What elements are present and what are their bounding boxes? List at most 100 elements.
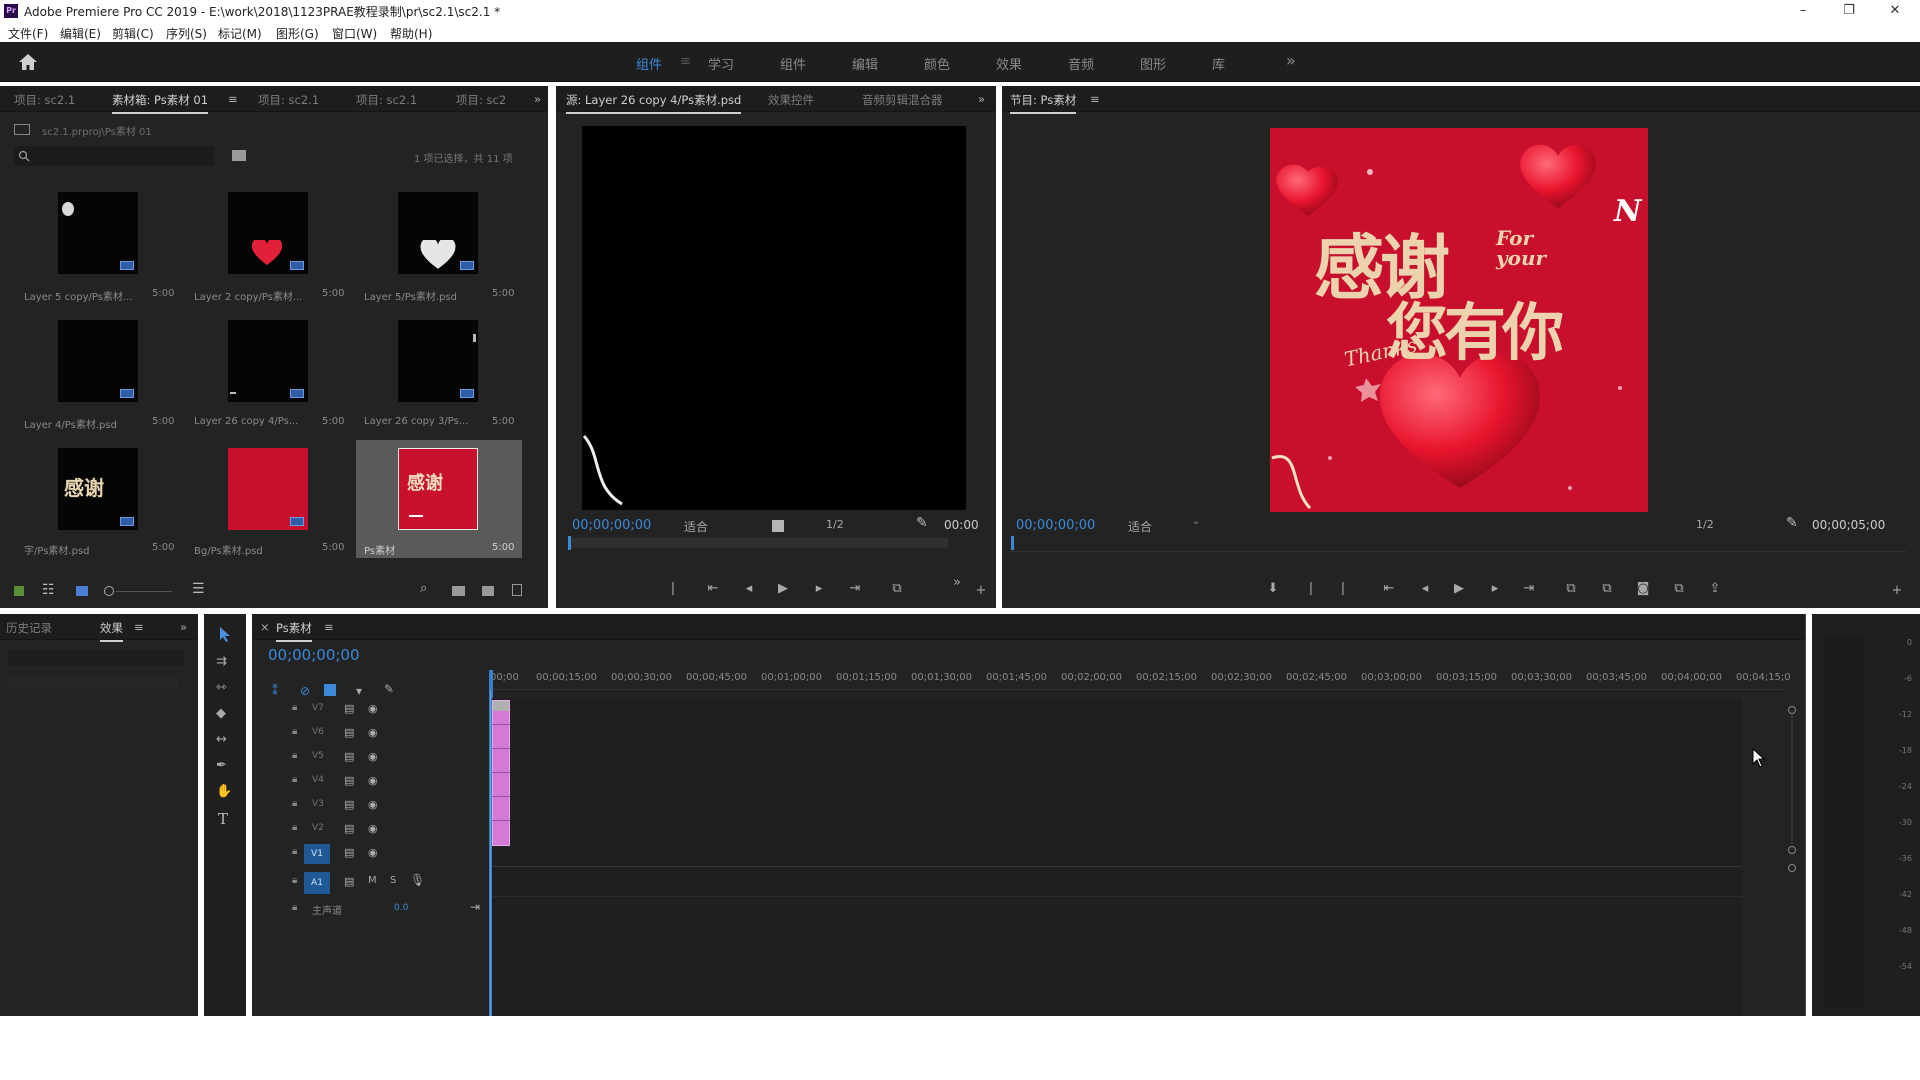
solo-button[interactable]: S <box>390 875 396 886</box>
find-icon[interactable]: ⌕ <box>420 581 427 596</box>
lock-icon[interactable] <box>14 586 24 596</box>
program-fit-select[interactable]: 适合 <box>1128 518 1152 535</box>
vertical-scroll-handle[interactable] <box>1788 706 1796 714</box>
workspace-tab-assembly[interactable]: 组件 <box>636 54 662 73</box>
tab-sequence[interactable]: Ps素材 <box>276 620 312 642</box>
sync-lock-icon[interactable]: ▤ <box>344 822 354 835</box>
eye-icon[interactable]: ◉ <box>368 774 378 787</box>
menu-window[interactable]: 窗口(W) <box>332 25 377 42</box>
home-icon[interactable] <box>18 53 38 71</box>
sync-lock-icon[interactable]: ▤ <box>344 702 354 715</box>
go-to-in-icon[interactable]: ⇤ <box>704 582 722 596</box>
close-button[interactable]: ✕ <box>1872 0 1918 22</box>
tab-effect-controls[interactable]: 效果控件 <box>768 92 814 108</box>
microphone-icon[interactable]: 🎙︎ <box>410 873 425 887</box>
new-item-icon[interactable] <box>482 586 494 596</box>
effects-folder-row[interactable] <box>8 676 178 688</box>
program-resolution-select[interactable]: 1/2 <box>1696 518 1714 531</box>
program-video-frame[interactable]: 感谢 您有你 For your Thanks N <box>1270 128 1648 512</box>
lift-icon[interactable]: ⧉ <box>1562 582 1580 596</box>
tab-project-1[interactable]: 项目: sc2.1 <box>14 92 75 108</box>
wrench-icon[interactable]: ✎ <box>916 515 928 531</box>
menu-edit[interactable]: 编辑(E) <box>60 25 101 42</box>
icon-view-icon[interactable] <box>76 586 88 596</box>
tab-history[interactable]: 历史记录 <box>6 620 52 636</box>
lock-icon[interactable]: 🔒︎ <box>292 902 297 913</box>
play-icon[interactable]: ▶ <box>1450 582 1468 596</box>
add-marker-icon[interactable]: ⬇ <box>1264 582 1282 596</box>
camera-icon[interactable]: ◙ <box>1634 582 1652 596</box>
thumb-text[interactable]: 感谢 <box>58 448 138 530</box>
menu-file[interactable]: 文件(F) <box>8 25 48 42</box>
source-playhead[interactable] <box>568 536 571 550</box>
clip-stack[interactable] <box>492 700 510 846</box>
step-forward-icon[interactable]: ▸ <box>810 582 828 596</box>
step-forward-icon[interactable]: ▸ <box>1486 582 1504 596</box>
panel-more-icon[interactable]: » <box>180 620 187 634</box>
thumb-bg[interactable] <box>228 448 308 530</box>
track-label[interactable]: V7 <box>312 703 324 713</box>
track-label[interactable]: V6 <box>312 727 324 737</box>
tab-program[interactable]: 节目: Ps素材 <box>1010 92 1077 114</box>
thumb-layer26copy4[interactable] <box>228 320 308 402</box>
extract-icon[interactable]: ⧉ <box>1598 582 1616 596</box>
panel-more-icon[interactable]: » <box>534 92 541 106</box>
tab-project-4[interactable]: 项目: sc2 <box>456 92 506 108</box>
add-button-icon[interactable]: + <box>972 584 990 598</box>
tab-audio-clip-mixer[interactable]: 音频剪辑混合器 <box>862 92 943 108</box>
workspace-tab-libraries[interactable]: 库 <box>1212 54 1225 73</box>
program-timecode[interactable]: 00;00;00;00 <box>1016 518 1095 533</box>
tab-project-3[interactable]: 项目: sc2.1 <box>356 92 417 108</box>
lock-icon[interactable]: 🔒︎ <box>292 798 297 809</box>
go-to-out-icon[interactable]: ⇥ <box>846 582 864 596</box>
source-scrub-bar[interactable] <box>568 538 948 548</box>
play-icon[interactable]: ▶ <box>774 582 792 596</box>
sync-lock-icon[interactable]: ▤ <box>344 798 354 811</box>
program-playhead[interactable] <box>1011 536 1014 550</box>
thumb-layer26copy3[interactable] <box>398 320 478 402</box>
hand-tool-icon[interactable]: ✋ <box>216 784 232 799</box>
new-bin-icon[interactable] <box>452 586 465 596</box>
sync-lock-icon[interactable]: ▤ <box>344 774 354 787</box>
panel-more-icon[interactable]: » <box>978 92 985 106</box>
comparison-view-icon[interactable]: ⧉ <box>1670 582 1688 596</box>
track-label[interactable]: V2 <box>312 823 324 833</box>
tab-menu-icon[interactable]: ≡ <box>228 92 238 106</box>
tab-effects[interactable]: 效果 <box>100 620 123 642</box>
workspace-menu-icon[interactable]: ≡ <box>680 54 691 69</box>
lock-icon[interactable]: 🔒︎ <box>292 774 297 785</box>
source-resolution-select[interactable]: 1/2 <box>826 518 844 531</box>
mark-in-icon[interactable]: ❘ <box>1302 582 1320 596</box>
mark-in-icon[interactable]: ❘ <box>664 582 682 596</box>
zoom-slider-handle[interactable] <box>104 586 114 596</box>
close-icon[interactable]: × <box>260 620 270 634</box>
sync-lock-icon[interactable]: ▤ <box>344 726 354 739</box>
thumb-layer5[interactable] <box>398 192 478 274</box>
pen-tool-icon[interactable]: ✒ <box>216 758 227 773</box>
lock-icon[interactable]: 🔒︎ <box>292 726 297 737</box>
more-controls-icon[interactable]: » <box>948 576 966 590</box>
type-tool-icon[interactable]: T <box>218 810 228 828</box>
thumb-layer2copy[interactable] <box>228 192 308 274</box>
menu-markers[interactable]: 标记(M) <box>218 25 262 42</box>
eye-icon[interactable]: ◉ <box>368 798 378 811</box>
slip-tool-icon[interactable]: ↔ <box>216 732 227 747</box>
vertical-scroll-handle[interactable] <box>1788 846 1796 854</box>
workspace-tab-learning[interactable]: 学习 <box>708 54 734 73</box>
menu-clip[interactable]: 剪辑(C) <box>112 25 154 42</box>
wrench-icon[interactable]: ✎ <box>384 682 394 696</box>
linked-selection-icon[interactable]: ⊘ <box>300 684 310 698</box>
track-label-a1-targeted[interactable]: A1 <box>304 872 330 894</box>
mark-out-icon[interactable]: ❘ <box>1334 582 1352 596</box>
lock-icon[interactable]: 🔒︎ <box>292 875 297 886</box>
eye-icon[interactable]: ◉ <box>368 822 378 835</box>
thumb-ps-sequence[interactable]: 感谢 <box>398 448 478 530</box>
eye-icon[interactable]: ◉ <box>368 702 378 715</box>
selection-tool-icon[interactable] <box>218 626 232 642</box>
track-label[interactable]: V3 <box>312 799 324 809</box>
lock-icon[interactable]: 🔒︎ <box>292 702 297 713</box>
menu-graphics[interactable]: 图形(G) <box>276 25 319 42</box>
zoom-slider[interactable] <box>116 591 172 592</box>
eye-icon[interactable]: ◉ <box>368 726 378 739</box>
sort-icon[interactable]: ☰ <box>192 581 205 597</box>
